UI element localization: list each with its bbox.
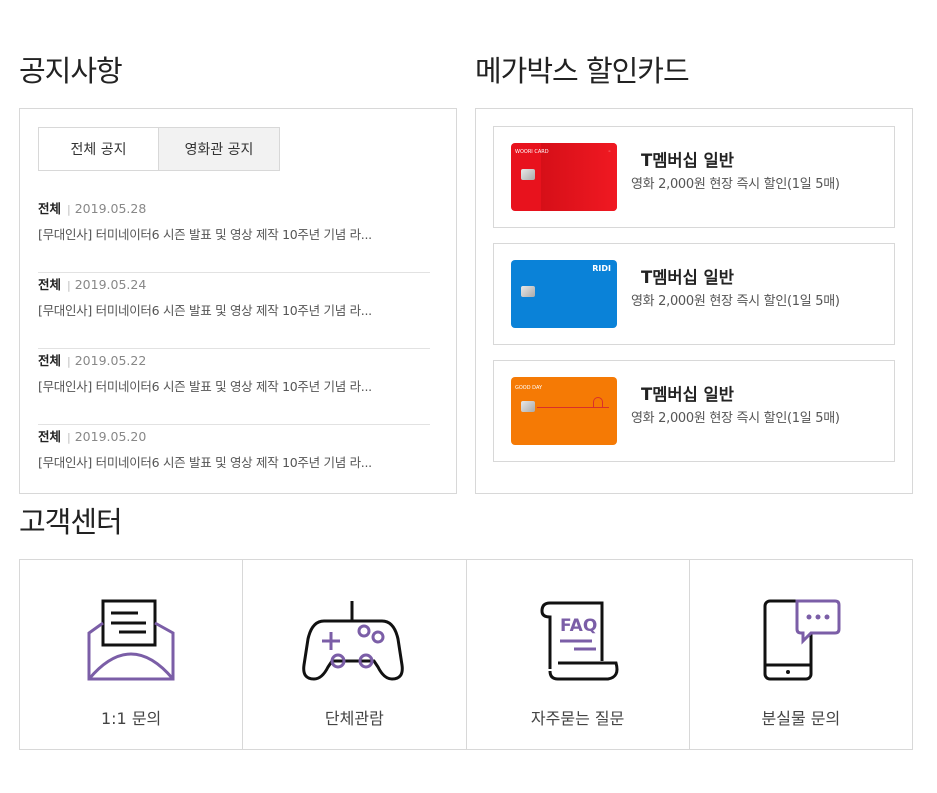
- notice-category: 전체: [38, 277, 62, 292]
- notice-panel: 전체 공지 영화관 공지 전체 | 2019.05.28 [무대인사] 터미네이터6…: [19, 108, 457, 494]
- notice-title[interactable]: [무대인사] 터미네이터6 시즌 발표 및 영상 제작 10주년 기념 라...: [38, 300, 430, 319]
- card-chip-icon: [521, 169, 535, 180]
- card-logo-text: ◦: [608, 149, 611, 155]
- card-chip-icon: [521, 401, 535, 412]
- svg-text:FAQ: FAQ: [560, 616, 597, 636]
- notice-item[interactable]: 전체 | 2019.05.20 [무대인사] 터미네이터6 시즌 발표 및 영상 제…: [38, 425, 430, 501]
- notice-item[interactable]: 전체 | 2019.05.28 [무대인사] 터미네이터6 시즌 발표 및 영상 제…: [38, 197, 430, 273]
- card-name: T멤버십 일반: [641, 268, 734, 287]
- notice-date: 2019.05.22: [74, 353, 147, 368]
- card-name: T멤버십 일반: [641, 385, 734, 404]
- gamepad-icon: [302, 596, 406, 686]
- notice-category: 전체: [38, 201, 62, 216]
- card-chip-icon: [521, 286, 535, 297]
- notice-item[interactable]: 전체 | 2019.05.24 [무대인사] 터미네이터6 시즌 발표 및 영상 제…: [38, 273, 430, 349]
- notice-category: 전체: [38, 429, 62, 444]
- notice-title[interactable]: [무대인사] 터미네이터6 시즌 발표 및 영상 제작 10주년 기념 라...: [38, 224, 430, 243]
- lost-item-inquiry-button[interactable]: 분실물 문의: [688, 560, 912, 749]
- tab-all-notice[interactable]: 전체 공지: [38, 127, 159, 171]
- divider: |: [67, 279, 71, 292]
- faq-button[interactable]: FAQ 자주묻는 질문: [465, 560, 689, 749]
- notice-category: 전체: [38, 353, 62, 368]
- card-description: 영화 2,000원 현장 즉시 할인(1일 5매): [631, 411, 840, 426]
- one-to-one-inquiry-button[interactable]: 1:1 문의: [20, 560, 242, 749]
- support-item-label: 분실물 문의: [761, 709, 841, 728]
- notice-tabs: 전체 공지 영화관 공지: [38, 127, 280, 171]
- card-description: 영화 2,000원 현장 즉시 할인(1일 5매): [631, 294, 840, 309]
- group-viewing-button[interactable]: 단체관람: [242, 560, 465, 749]
- discount-card-item[interactable]: GOOD DAY T멤버십 일반 영화 2,000원 현장 즉시 할인(1일 5…: [493, 360, 895, 462]
- card-decoration-line: [537, 407, 609, 408]
- tab-theater-notice[interactable]: 영화관 공지: [159, 127, 280, 171]
- support-item-label: 단체관람: [324, 709, 384, 728]
- envelope-icon: [79, 596, 183, 686]
- notice-title[interactable]: [무대인사] 터미네이터6 시즌 발표 및 영상 제작 10주년 기념 라...: [38, 452, 430, 471]
- card-brand-text: RIDI: [592, 264, 611, 273]
- discount-card-item[interactable]: RIDI T멤버십 일반 영화 2,000원 현장 즉시 할인(1일 5매): [493, 243, 895, 345]
- notice-item[interactable]: 전체 | 2019.05.22 [무대인사] 터미네이터6 시즌 발표 및 영상 제…: [38, 349, 430, 425]
- faq-scroll-icon: FAQ: [526, 596, 630, 686]
- notice-date: 2019.05.24: [74, 277, 147, 292]
- support-item-label: 1:1 문의: [100, 709, 162, 728]
- divider: |: [67, 431, 71, 444]
- discount-card-panel: WOORI CARD ◦ T멤버십 일반 영화 2,000원 현장 즉시 할인(…: [475, 108, 913, 494]
- sun-icon: [593, 397, 603, 407]
- woori-card-image: WOORI CARD ◦: [511, 143, 617, 211]
- card-description: 영화 2,000원 현장 즉시 할인(1일 5매): [631, 177, 840, 192]
- card-brand-text: WOORI CARD: [515, 149, 549, 155]
- card-brand-text: GOOD DAY: [515, 385, 543, 391]
- divider: |: [67, 203, 71, 216]
- card-name: T멤버십 일반: [641, 151, 734, 170]
- support-item-label: 자주묻는 질문: [530, 709, 625, 728]
- notice-title[interactable]: [무대인사] 터미네이터6 시즌 발표 및 영상 제작 10주년 기념 라...: [38, 376, 430, 395]
- discount-card-section-title: 메가박스 할인카드: [475, 54, 690, 88]
- notice-date: 2019.05.28: [74, 201, 147, 216]
- support-panel: 1:1 문의 단체관람 FAQ 자주묻는 질문 분실물 문의: [19, 559, 913, 750]
- support-section-title: 고객센터: [19, 505, 123, 539]
- divider: |: [67, 355, 71, 368]
- discount-card-item[interactable]: WOORI CARD ◦ T멤버십 일반 영화 2,000원 현장 즉시 할인(…: [493, 126, 895, 228]
- notice-date: 2019.05.20: [74, 429, 147, 444]
- kb-card-image: GOOD DAY: [511, 377, 617, 445]
- notice-list: 전체 | 2019.05.28 [무대인사] 터미네이터6 시즌 발표 및 영상 제…: [38, 197, 430, 501]
- ridi-card-image: RIDI: [511, 260, 617, 328]
- phone-chat-icon: [749, 596, 853, 686]
- notice-section-title: 공지사항: [19, 54, 123, 88]
